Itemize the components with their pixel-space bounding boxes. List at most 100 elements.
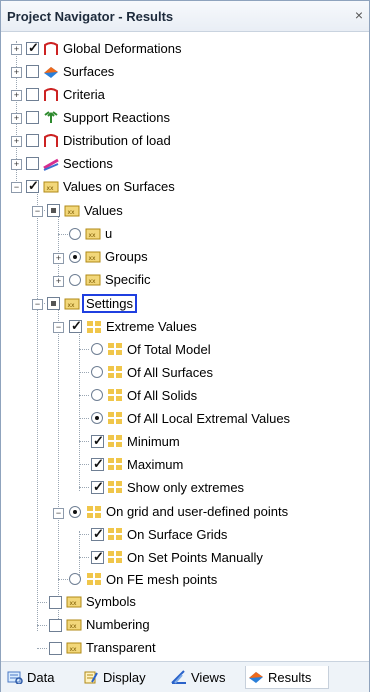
expand-button[interactable]: + bbox=[11, 90, 22, 101]
radio-button[interactable] bbox=[69, 573, 81, 585]
tree-label: Symbols bbox=[86, 594, 136, 609]
tree-label: Distribution of load bbox=[63, 133, 171, 148]
radio-button[interactable] bbox=[91, 366, 103, 378]
display-icon bbox=[84, 671, 98, 684]
tree-label: Surfaces bbox=[63, 64, 115, 79]
collapse-button[interactable]: − bbox=[32, 299, 43, 310]
values-xx-icon: xx bbox=[66, 619, 82, 631]
values-xx-icon: xx bbox=[64, 298, 80, 310]
checkbox[interactable] bbox=[49, 642, 62, 655]
tab-label: Display bbox=[103, 670, 146, 685]
tab-views[interactable]: Views bbox=[169, 666, 239, 688]
tab-label: Views bbox=[191, 670, 226, 685]
checkbox[interactable] bbox=[91, 549, 104, 565]
expand-button[interactable]: + bbox=[11, 136, 22, 147]
checkbox[interactable] bbox=[26, 65, 39, 78]
tree-label: Of All Solids bbox=[127, 388, 198, 403]
tree-label: On Surface Grids bbox=[127, 527, 228, 542]
tree-label: u bbox=[105, 226, 113, 241]
values-xx-icon: xx bbox=[85, 228, 101, 240]
radio-button[interactable] bbox=[91, 412, 103, 424]
checkbox[interactable] bbox=[26, 134, 39, 147]
radio-button[interactable] bbox=[69, 274, 81, 286]
checkbox[interactable] bbox=[91, 433, 104, 449]
window-title: Project Navigator - Results bbox=[7, 9, 174, 24]
tree-label: Of All Surfaces bbox=[127, 365, 213, 380]
grid-values-icon bbox=[108, 528, 122, 540]
views-icon bbox=[171, 670, 186, 684]
grid-values-icon bbox=[108, 551, 122, 563]
collapse-button[interactable]: − bbox=[53, 322, 64, 333]
tree-label: On Set Points Manually bbox=[127, 550, 263, 565]
tree-label: Of All Local Extremal Values bbox=[127, 411, 291, 426]
checkbox[interactable] bbox=[91, 526, 104, 542]
svg-text:xx: xx bbox=[47, 185, 55, 192]
svg-text:xx: xx bbox=[68, 302, 76, 309]
tab-data[interactable]: Data bbox=[5, 666, 77, 688]
deformation-icon bbox=[44, 42, 58, 55]
tree-label: Minimum bbox=[127, 434, 180, 449]
svg-text:xx: xx bbox=[89, 232, 97, 239]
svg-text:xx: xx bbox=[70, 623, 78, 630]
checkbox[interactable] bbox=[91, 456, 104, 472]
close-icon[interactable]: × bbox=[355, 7, 363, 23]
grid-values-icon bbox=[108, 458, 122, 470]
grid-values-icon bbox=[108, 481, 122, 493]
expand-button[interactable]: + bbox=[11, 159, 22, 170]
tree-label: On grid and user-defined points bbox=[106, 504, 289, 519]
tree-label-selected: Settings bbox=[82, 294, 137, 313]
checkbox[interactable] bbox=[26, 111, 39, 124]
tree-label: On FE mesh points bbox=[106, 572, 218, 587]
expand-button[interactable]: + bbox=[11, 44, 22, 55]
tree-label: Transparent bbox=[86, 640, 156, 655]
tree-label: Of Total Model bbox=[127, 342, 211, 357]
grid-values-icon bbox=[87, 573, 101, 585]
checkbox[interactable] bbox=[26, 40, 39, 56]
collapse-button[interactable]: − bbox=[53, 508, 64, 519]
tab-display[interactable]: Display bbox=[81, 666, 166, 688]
checkbox[interactable] bbox=[69, 318, 82, 334]
tab-results[interactable]: Results bbox=[245, 666, 329, 689]
svg-text:xx: xx bbox=[89, 255, 97, 262]
radio-button[interactable] bbox=[69, 251, 81, 263]
values-xx-icon: xx bbox=[66, 596, 82, 608]
checkbox[interactable] bbox=[47, 297, 60, 310]
values-xx-icon: xx bbox=[64, 205, 80, 217]
expand-button[interactable]: + bbox=[11, 67, 22, 78]
checkbox[interactable] bbox=[49, 596, 62, 609]
tree-label: Criteria bbox=[63, 87, 105, 102]
expand-button[interactable]: + bbox=[53, 253, 64, 264]
load-distribution-icon bbox=[44, 134, 58, 147]
checkbox[interactable] bbox=[91, 479, 104, 495]
navigator-tab-bar: Data Display Views Results bbox=[1, 661, 369, 692]
collapse-button[interactable]: − bbox=[32, 206, 43, 217]
tree-label: Numbering bbox=[86, 617, 150, 632]
checkbox[interactable] bbox=[47, 204, 60, 217]
checkbox[interactable] bbox=[26, 157, 39, 170]
grid-values-icon bbox=[108, 366, 122, 378]
grid-values-icon bbox=[87, 506, 101, 518]
tree-label: Support Reactions bbox=[63, 110, 170, 125]
grid-values-icon bbox=[108, 412, 122, 424]
expand-button[interactable]: + bbox=[53, 276, 64, 287]
radio-button[interactable] bbox=[69, 228, 81, 240]
section-icon bbox=[43, 158, 59, 171]
tree-label: Values bbox=[84, 203, 123, 218]
radio-button[interactable] bbox=[91, 343, 103, 355]
tree-label: Global Deformations bbox=[63, 41, 182, 56]
grid-values-icon bbox=[87, 321, 101, 333]
tree-label: Groups bbox=[105, 249, 148, 264]
collapse-button[interactable]: − bbox=[11, 182, 22, 193]
svg-text:xx: xx bbox=[70, 646, 78, 653]
svg-text:xx: xx bbox=[89, 278, 97, 285]
svg-text:xx: xx bbox=[68, 209, 76, 216]
project-navigator-window: Project Navigator - Results × + Global D… bbox=[0, 0, 370, 692]
radio-button[interactable] bbox=[69, 506, 81, 518]
expand-button[interactable]: + bbox=[11, 113, 22, 124]
checkbox[interactable] bbox=[26, 88, 39, 101]
tree-label: Values on Surfaces bbox=[63, 179, 175, 194]
checkbox[interactable] bbox=[26, 178, 39, 194]
support-reactions-icon bbox=[44, 111, 58, 123]
radio-button[interactable] bbox=[91, 389, 103, 401]
checkbox[interactable] bbox=[49, 619, 62, 632]
